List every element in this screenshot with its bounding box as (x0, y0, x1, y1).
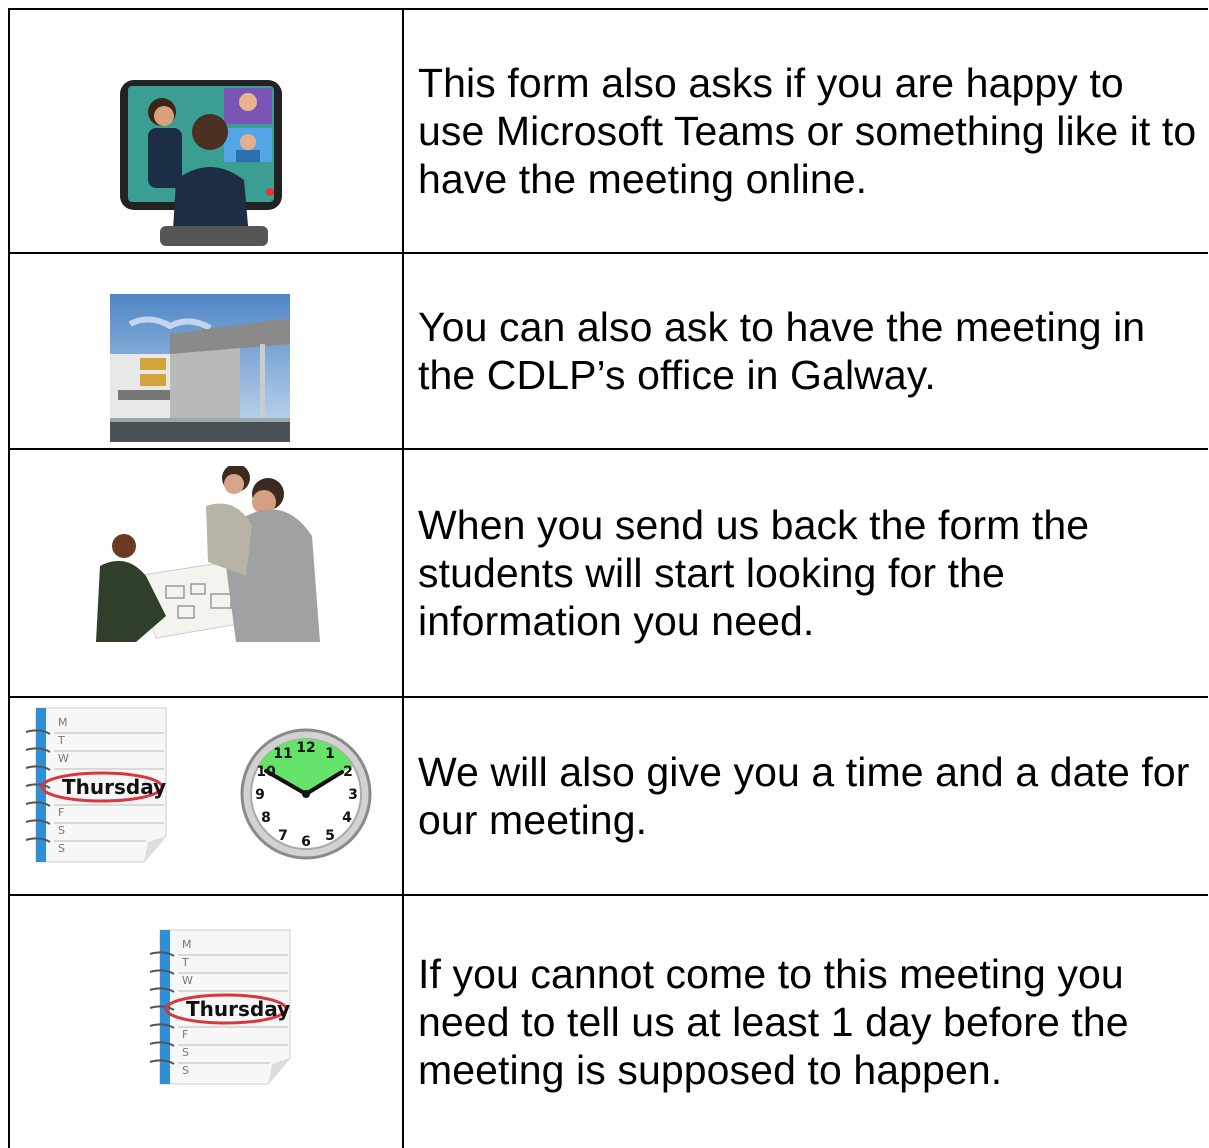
calendar-day: M (182, 938, 192, 951)
text-cell: We will also give you a time and a date … (418, 698, 1198, 894)
image-cell: M T W Thursday F S S (10, 896, 404, 1148)
image-cell: M T W Thursday F S S 12 1 2 3 4 5 6 7 8 … (10, 698, 404, 894)
clock-number: 9 (255, 787, 265, 803)
calendar-day: T (181, 956, 189, 969)
clock-number: 12 (296, 740, 315, 756)
clock-number: 4 (342, 810, 352, 826)
row-text: If you cannot come to this meeting you n… (418, 951, 1129, 1093)
calendar-picture: M T W Thursday F S S (149, 929, 291, 1085)
clock-number: 6 (301, 834, 311, 850)
students-looking-at-plans-picture (96, 466, 320, 642)
clock-number: 5 (325, 828, 335, 844)
row-text: This form also asks if you are happy to … (418, 60, 1197, 202)
row-text: We will also give you a time and a date … (418, 749, 1190, 843)
row-text: You can also ask to have the meeting in … (418, 304, 1146, 398)
calendar-day: W (182, 974, 193, 987)
calendar-day: M (58, 716, 68, 729)
calendar-picture: M T W Thursday F S S (25, 707, 167, 863)
clock-number: 11 (273, 746, 292, 762)
video-call-picture (120, 80, 282, 246)
calendar-day-highlighted: Thursday (186, 997, 290, 1021)
calendar-day: F (58, 806, 64, 819)
image-cell (10, 450, 404, 696)
table-row: You can also ask to have the meeting in … (8, 254, 1208, 448)
image-cell (10, 10, 404, 252)
calendar-day: S (58, 824, 65, 837)
calendar-day: S (182, 1064, 189, 1077)
calendar-day: W (58, 752, 69, 765)
calendar-day: T (57, 734, 65, 747)
clock-number: 3 (348, 787, 358, 803)
clock-number: 2 (343, 764, 353, 780)
easy-read-table: This form also asks if you are happy to … (8, 8, 1208, 1148)
table-row: When you send us back the form the stude… (8, 450, 1208, 696)
row-text: When you send us back the form the stude… (418, 502, 1090, 644)
table-row: M T W Thursday F S S If you cannot come … (8, 896, 1208, 1148)
text-cell: This form also asks if you are happy to … (418, 10, 1198, 252)
text-cell: You can also ask to have the meeting in … (418, 254, 1198, 448)
table-row: M T W Thursday F S S 12 1 2 3 4 5 6 7 8 … (8, 698, 1208, 894)
text-cell: If you cannot come to this meeting you n… (418, 896, 1198, 1148)
calendar-day: F (182, 1028, 188, 1041)
calendar-day: S (182, 1046, 189, 1059)
table-row: This form also asks if you are happy to … (8, 10, 1208, 252)
image-cell (10, 254, 404, 448)
text-cell: When you send us back the form the stude… (418, 450, 1198, 696)
clock-number: 1 (325, 746, 335, 762)
calendar-day: S (58, 842, 65, 855)
clock-number: 8 (261, 810, 271, 826)
clock-picture: 12 1 2 3 4 5 6 7 8 9 10 11 (240, 728, 372, 860)
calendar-day-highlighted: Thursday (62, 775, 166, 799)
office-building-picture (110, 294, 290, 442)
clock-number: 7 (278, 828, 288, 844)
